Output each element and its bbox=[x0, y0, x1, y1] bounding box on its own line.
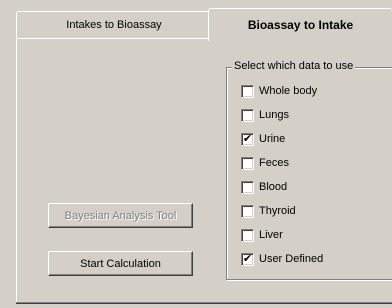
checkbox-label: Thyroid bbox=[259, 205, 296, 217]
checkbox-label: Whole body bbox=[259, 85, 318, 97]
checkbox-box[interactable] bbox=[241, 180, 254, 194]
checkbox-box[interactable]: ✔ bbox=[241, 132, 254, 146]
checkbox-blood[interactable]: Blood bbox=[241, 179, 287, 195]
checkbox-label: User Defined bbox=[259, 253, 324, 265]
checkbox-box[interactable] bbox=[241, 204, 254, 218]
check-mark-icon: ✔ bbox=[242, 132, 253, 145]
tab-panel-bottom-edge bbox=[16, 300, 392, 303]
checkbox-label: Blood bbox=[259, 181, 288, 193]
checkbox-thyroid[interactable]: Thyroid bbox=[241, 203, 296, 219]
checkbox-user-defined[interactable]: ✔ User Defined bbox=[241, 251, 323, 267]
check-mark-icon: ✔ bbox=[242, 252, 253, 265]
checkbox-box[interactable]: ✔ bbox=[241, 252, 254, 266]
checkbox-lungs[interactable]: Lungs bbox=[241, 107, 289, 123]
checkbox-feces[interactable]: Feces bbox=[241, 155, 289, 171]
tab-label: Intakes to Bioassay bbox=[66, 19, 162, 31]
checkbox-box[interactable] bbox=[241, 84, 254, 98]
checkbox-label: Liver bbox=[259, 229, 283, 241]
checkbox-label: Lungs bbox=[259, 109, 289, 121]
checkbox-whole-body[interactable]: Whole body bbox=[241, 83, 317, 99]
checkbox-box[interactable] bbox=[241, 108, 254, 122]
tab-label: Bioassay to Intake bbox=[247, 18, 354, 32]
checkbox-liver[interactable]: Liver bbox=[241, 227, 283, 243]
bayesian-analysis-tool-button[interactable]: Bayesian Analysis Tool bbox=[48, 203, 193, 228]
checkbox-urine[interactable]: ✔ Urine bbox=[241, 131, 285, 147]
checkbox-label: Feces bbox=[259, 157, 289, 169]
tab-intakes-to-bioassay[interactable]: Intakes to Bioassay bbox=[16, 11, 212, 38]
checkbox-box[interactable] bbox=[241, 156, 254, 170]
tab-bioassay-to-intake[interactable]: Bioassay to Intake bbox=[208, 8, 392, 41]
start-calculation-button[interactable]: Start Calculation bbox=[48, 251, 193, 276]
button-label: Bayesian Analysis Tool bbox=[64, 209, 177, 222]
checkbox-label: Urine bbox=[259, 133, 286, 145]
data-selection-legend: Select which data to use bbox=[232, 60, 356, 72]
checkbox-box[interactable] bbox=[241, 228, 254, 242]
tab-join bbox=[209, 38, 392, 42]
button-label: Start Calculation bbox=[80, 257, 161, 270]
